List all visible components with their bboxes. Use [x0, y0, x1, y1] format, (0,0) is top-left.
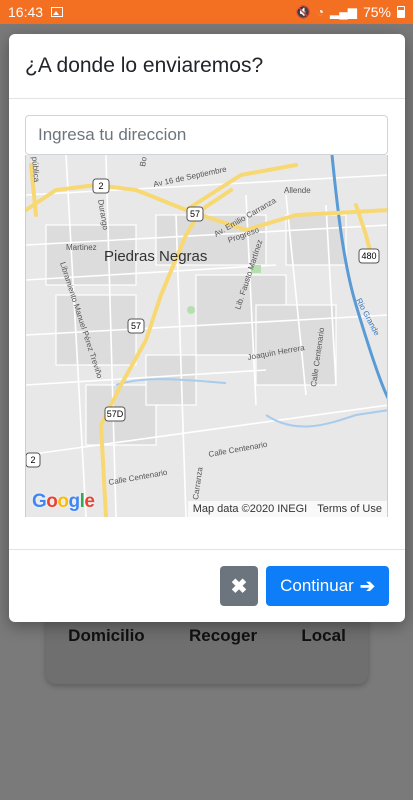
battery-icon: [397, 6, 405, 18]
route-shield-57b: 57: [131, 321, 141, 331]
battery-percent: 75%: [362, 4, 391, 20]
route-shield-57d: 57D: [107, 409, 124, 419]
address-search-input[interactable]: [25, 115, 388, 155]
continue-label: Continuar: [280, 576, 354, 595]
street-martinez: Martinez: [66, 243, 97, 252]
route-shield-2a: 2: [98, 181, 103, 191]
city-label: Piedras Negras: [104, 248, 207, 265]
status-right: 🔇 ◔ ▂▄▆ 75%: [296, 4, 405, 20]
modal-header: ¿A donde lo enviaremos?: [9, 34, 405, 99]
close-icon: ✖: [230, 575, 248, 598]
option-local: Local: [301, 626, 346, 645]
close-button[interactable]: ✖: [220, 566, 258, 606]
wifi-icon: ◔: [316, 5, 324, 19]
option-recoger: Recoger: [189, 626, 258, 645]
map-attribution: Map data ©2020 INEGI Terms of Use: [187, 501, 387, 517]
option-domicilio: Domicilio: [68, 626, 145, 645]
google-logo: Google: [32, 491, 95, 512]
image-notification-icon: [51, 7, 64, 17]
map-view[interactable]: 2 57 57 57D 2 480 Av 16 de Septiembre Al…: [25, 155, 388, 517]
status-time: 16:43: [8, 4, 44, 20]
map-graphic: 2 57 57 57D 2 480 Av 16 de Septiembre Al…: [26, 155, 387, 517]
modal-title: ¿A donde lo enviaremos?: [25, 54, 264, 77]
continue-button[interactable]: Continuar ➔: [266, 566, 389, 606]
modal-footer: ✖ Continuar ➔: [9, 549, 405, 622]
route-shield-480: 480: [361, 251, 376, 261]
signal-icon: ▂▄▆: [330, 5, 357, 19]
terms-link[interactable]: Terms of Use: [317, 503, 382, 515]
address-modal: ¿A donde lo enviaremos? Ingresa tu direc…: [9, 34, 405, 622]
modal-body: 2 57 57 57D 2 480 Av 16 de Septiembre Al…: [9, 99, 405, 517]
arrow-right-icon: ➔: [359, 575, 375, 596]
map-data-text: Map data ©2020 INEGI: [192, 503, 308, 515]
mute-icon: 🔇: [295, 5, 311, 19]
street-allende: Allende: [284, 186, 311, 195]
route-shield-57a: 57: [190, 209, 200, 219]
status-bar: 16:43 🔇 ◔ ▂▄▆ 75%: [0, 0, 413, 24]
route-shield-2b: 2: [30, 455, 35, 465]
